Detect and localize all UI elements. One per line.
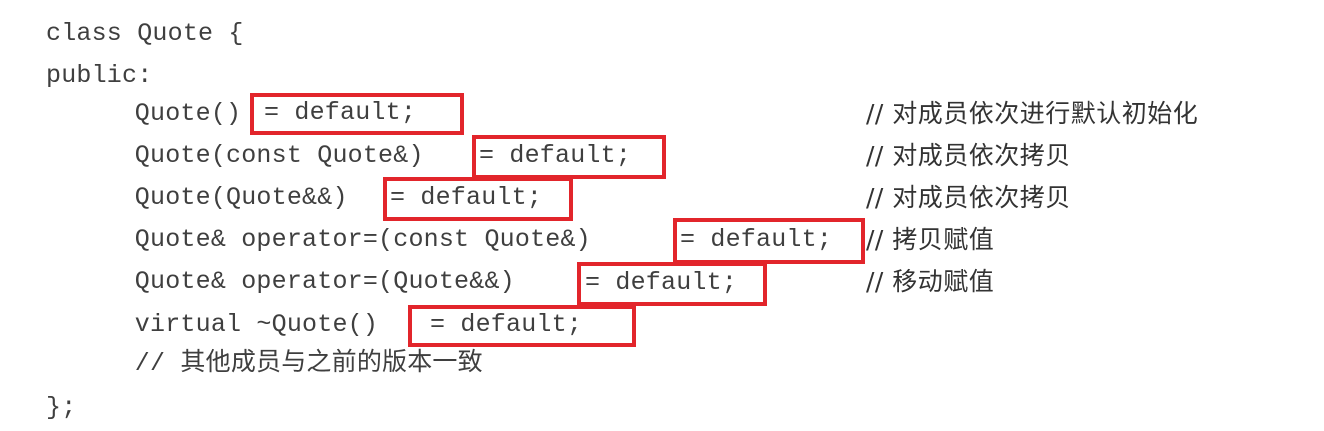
default-keyword: = default;: [585, 268, 738, 297]
comment-move-assignment: // 移动赋值: [866, 267, 995, 296]
comment-default-init: // 对成员依次进行默认初始化: [866, 99, 1199, 128]
code-line-move-assignment: Quote& operator=(Quote&&): [74, 267, 515, 296]
code-line-class-header: class Quote {: [46, 19, 244, 48]
comment-copy-members: // 对成员依次拷贝: [866, 141, 1071, 170]
default-keyword: = default;: [479, 141, 632, 170]
code-line-class-end: };: [46, 393, 77, 422]
code-line-copy-assignment: Quote& operator=(const Quote&): [74, 225, 591, 254]
code-line-public: public:: [46, 61, 153, 90]
code-line-copy-constructor: Quote(const Quote&): [74, 141, 424, 170]
code-page: class Quote { public: Quote() Quote(cons…: [0, 0, 1324, 431]
default-keyword: = default;: [430, 310, 583, 339]
comment-copy-assignment: // 拷贝赋值: [866, 225, 995, 254]
default-keyword: = default;: [390, 183, 543, 212]
default-keyword: = default;: [264, 98, 417, 127]
code-line-move-constructor: Quote(Quote&&): [74, 183, 348, 212]
code-line-virtual-destructor: virtual ~Quote(): [74, 310, 379, 339]
comment-copy-members: // 对成员依次拷贝: [866, 183, 1071, 212]
code-line-default-constructor: Quote(): [74, 99, 242, 128]
default-keyword: = default;: [680, 225, 833, 254]
code-line-other-members-comment: // 其他成员与之前的版本一致: [74, 349, 483, 378]
